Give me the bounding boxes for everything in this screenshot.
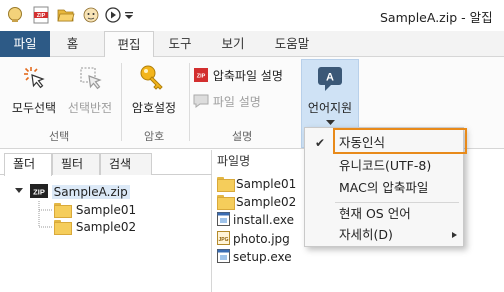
tree-item-label: Sample02: [75, 220, 137, 234]
archive-description-label: 압축파일 설명: [212, 69, 283, 83]
menu-item-details[interactable]: 자세히(D): [305, 224, 463, 246]
bandizip-mascot-icon[interactable]: [82, 6, 100, 24]
menu-item-current-os-language[interactable]: 현재 OS 언어: [305, 203, 463, 225]
set-password-label: 암호설정: [131, 101, 177, 115]
key-icon: [140, 65, 163, 90]
title-bar: ZIP SampleA.zip - 알집: [0, 0, 504, 31]
invert-selection-label: 선택반전: [67, 101, 113, 115]
set-password-button[interactable]: 암호설정: [124, 61, 184, 121]
ribbon-divider: [121, 63, 122, 141]
tree-item-label: Sample01: [75, 203, 137, 217]
exe-icon: [217, 212, 230, 226]
tab-view[interactable]: 보기: [208, 31, 258, 57]
tab-help[interactable]: 도움말: [262, 31, 322, 57]
zip-file-icon[interactable]: ZIP: [32, 6, 50, 24]
folder-icon: [54, 203, 72, 218]
tab-file[interactable]: 파일: [0, 31, 50, 57]
language-icon: A: [318, 67, 342, 91]
list-item[interactable]: JPG photo.jpg: [217, 230, 290, 248]
tab-folder[interactable]: 폴더: [4, 153, 52, 176]
customize-arrow-icon[interactable]: [124, 6, 134, 24]
file-description-button[interactable]: 파일 설명: [193, 93, 261, 110]
archive-description-button[interactable]: ZIP 압축파일 설명: [193, 67, 283, 84]
language-menu: ✔ 자동인식 유니코드(UTF-8) MAC의 압축파일 현재 OS 언어 자세…: [304, 127, 467, 247]
svg-text:ZIP: ZIP: [197, 74, 206, 80]
column-header-name[interactable]: 파일명: [217, 152, 250, 169]
svg-text:JPG: JPG: [218, 237, 228, 243]
list-item-label: Sample01: [236, 177, 297, 191]
tree-connector: [38, 201, 52, 228]
select-all-label: 모두선택: [11, 101, 57, 115]
language-support-label: 언어지원: [307, 101, 353, 115]
ribbon-divider: [189, 63, 190, 141]
svg-text:ZIP: ZIP: [33, 188, 45, 197]
play-circle-icon[interactable]: [104, 6, 122, 24]
menu-item-label: 유니코드(UTF-8): [339, 158, 432, 173]
panel-tab-bar: 폴더 필터 검색: [0, 153, 212, 176]
select-all-button[interactable]: 모두선택: [6, 61, 62, 121]
zip-archive-icon: ZIP: [29, 184, 48, 198]
password-group-label: 암호: [144, 130, 165, 143]
list-item-label: setup.exe: [233, 250, 292, 264]
tree-root-label: SampleA.zip: [51, 185, 130, 199]
jpg-icon: JPG: [217, 231, 230, 245]
chevron-down-icon: [326, 120, 335, 125]
description-group-label: 설명: [232, 130, 253, 143]
menu-item-mac-archive[interactable]: MAC의 압축파일: [305, 177, 463, 199]
select-all-icon: [24, 67, 45, 89]
list-item[interactable]: install.exe: [217, 211, 294, 229]
selection-group-label: 선택: [49, 130, 70, 143]
menu-item-label: 현재 OS 언어: [339, 206, 411, 221]
tab-filter[interactable]: 필터: [52, 153, 100, 175]
comment-icon: [193, 94, 209, 108]
highlight-box: [333, 128, 467, 154]
folder-icon: [217, 195, 235, 210]
menu-item-label: MAC의 압축파일: [339, 180, 429, 195]
list-item-label: Sample02: [236, 195, 297, 209]
exe-icon: [217, 249, 230, 263]
window-title: SampleA.zip - 알집: [380, 10, 493, 25]
folder-icon: [54, 220, 72, 235]
tree-root-item[interactable]: ZIP SampleA.zip: [14, 183, 130, 201]
svg-text:A: A: [326, 72, 334, 84]
list-item[interactable]: Sample02: [217, 193, 296, 211]
list-item[interactable]: setup.exe: [217, 248, 292, 266]
tab-tools[interactable]: 도구: [155, 31, 205, 57]
list-item-label: photo.jpg: [233, 232, 290, 246]
open-folder-icon[interactable]: [57, 6, 75, 24]
file-description-label: 파일 설명: [212, 95, 261, 109]
list-item-label: install.exe: [233, 213, 295, 227]
submenu-arrow-icon: [452, 232, 457, 238]
menu-item-label: 자세히(D): [339, 227, 393, 242]
tab-edit[interactable]: 편집: [104, 31, 154, 58]
invert-selection-button[interactable]: 선택반전: [62, 61, 118, 121]
tree-item[interactable]: Sample01: [54, 201, 136, 219]
invert-selection-icon: [80, 67, 102, 90]
app-logo-icon[interactable]: [6, 6, 24, 24]
tree-item[interactable]: Sample02: [54, 218, 136, 236]
svg-text:ZIP: ZIP: [37, 13, 46, 19]
tree-expand-icon[interactable]: [14, 186, 24, 196]
menu-item-unicode-utf8[interactable]: 유니코드(UTF-8): [305, 155, 463, 177]
tab-search[interactable]: 검색: [100, 153, 152, 175]
list-item[interactable]: Sample01: [217, 175, 296, 193]
folder-panel: 폴더 필터 검색 ZIP SampleA.zip Sample01 Sample…: [0, 150, 212, 292]
tab-home[interactable]: 홈: [50, 31, 95, 57]
folder-icon: [217, 177, 235, 192]
check-icon: ✔: [315, 136, 326, 150]
ribbon-tab-bar: 파일 홈 편집 도구 보기 도움말: [0, 31, 504, 58]
zip-comment-icon: ZIP: [194, 68, 208, 82]
